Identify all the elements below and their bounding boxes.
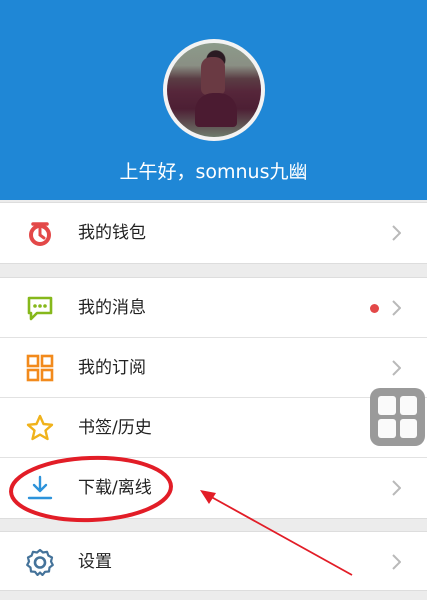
wallet-label: 我的钱包 (78, 223, 146, 243)
gear-icon (26, 548, 54, 576)
app-screen: 上午好，somnus九幽 我的钱包 我的消息 我的订阅 书签/历史 下载/离线 … (0, 0, 427, 600)
wallet-group: 我的钱包 (0, 202, 427, 264)
subscriptions-label: 我的订阅 (78, 358, 146, 378)
settings-label: 设置 (78, 552, 112, 572)
avatar-image (167, 43, 261, 137)
profile-header: 上午好，somnus九幽 (0, 0, 427, 200)
grid-cell (399, 396, 417, 415)
messages-label: 我的消息 (78, 298, 146, 318)
menu-item-bookmarks[interactable]: 书签/历史 (0, 398, 427, 458)
main-menu-group: 我的消息 我的订阅 书签/历史 下载/离线 (0, 277, 427, 519)
floating-assistive-button[interactable] (370, 388, 425, 446)
chevron-right-icon (392, 554, 401, 570)
download-icon (27, 475, 53, 500)
menu-item-subscriptions[interactable]: 我的订阅 (0, 338, 427, 398)
unread-badge (370, 304, 379, 313)
menu-item-wallet[interactable]: 我的钱包 (0, 203, 427, 263)
grid-icon (26, 354, 54, 382)
star-icon (26, 414, 54, 441)
chevron-right-icon (392, 360, 401, 376)
message-icon (27, 296, 53, 321)
chevron-right-icon (392, 480, 401, 496)
grid-cell (378, 419, 396, 438)
menu-item-messages[interactable]: 我的消息 (0, 278, 427, 338)
chevron-right-icon (392, 300, 401, 316)
menu-item-downloads[interactable]: 下载/离线 (0, 458, 427, 518)
wallet-icon (29, 222, 51, 246)
grid-cell (399, 419, 417, 438)
avatar[interactable] (163, 39, 265, 141)
settings-group: 设置 (0, 531, 427, 591)
chevron-right-icon (392, 225, 401, 241)
bookmarks-label: 书签/历史 (78, 418, 152, 438)
menu-item-settings[interactable]: 设置 (0, 532, 427, 592)
grid-cell (378, 396, 396, 415)
downloads-label: 下载/离线 (78, 478, 152, 498)
greeting-text: 上午好，somnus九幽 (119, 161, 308, 183)
